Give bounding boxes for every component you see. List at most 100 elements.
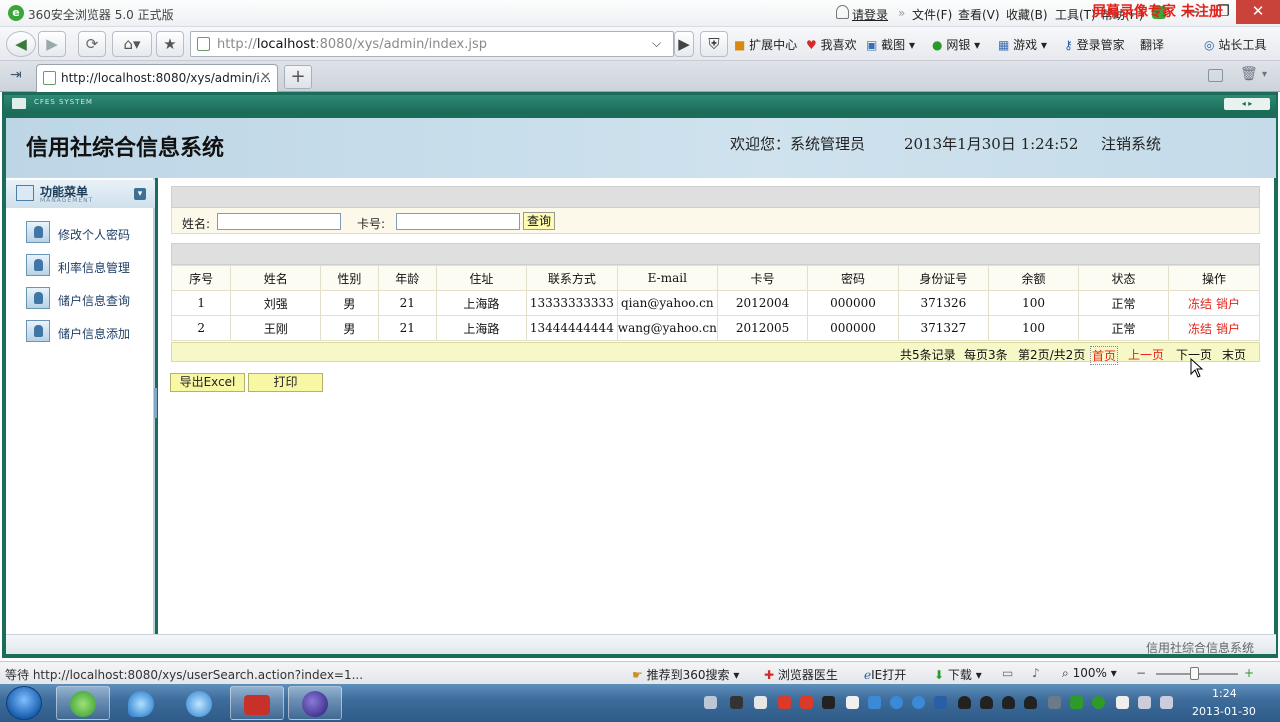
tray-icon-display[interactable] (1048, 696, 1061, 709)
browser-doctor[interactable]: ✚ 浏览器医生 (764, 666, 838, 683)
shield-button[interactable]: ⛨ (700, 31, 728, 57)
tray-icon-red[interactable] (778, 696, 791, 709)
trash-icon[interactable]: 🗑 (1240, 66, 1258, 82)
tray-network-icon[interactable] (1138, 696, 1151, 709)
online-banking[interactable]: ● 网银 ▾ (932, 36, 980, 53)
url-dropdown-icon[interactable]: ⌵ (652, 36, 661, 51)
zoom-slider-handle[interactable] (1190, 667, 1199, 680)
sidebar-toggle-icon[interactable]: ⇥ (10, 67, 22, 83)
sidebar-item-depositor-search[interactable]: 储户信息查询 (26, 287, 151, 311)
tray-icon-tool[interactable] (822, 696, 835, 709)
tab-close-icon[interactable]: ✕ (260, 70, 271, 85)
games[interactable]: ▦ 游戏 ▾ (998, 36, 1047, 53)
tray-icon-360[interactable] (1092, 696, 1105, 709)
extension-center[interactable]: ■ 扩展中心 (734, 36, 797, 53)
logout-link[interactable]: 注销系统 (1101, 133, 1161, 154)
tray-icon-shield[interactable] (1070, 696, 1083, 709)
zoom-in-icon[interactable]: + (1244, 666, 1254, 680)
main-content: 姓名: 卡号: 查询 序号 姓名 性别 年龄 住址 联系方式 E-mail 卡号… (158, 178, 1274, 634)
url-text[interactable]: http://localhost:8080/xys/admin/index.js… (217, 37, 487, 52)
qq-icon (186, 691, 212, 717)
table-header-row: 序号 姓名 性别 年龄 住址 联系方式 E-mail 卡号 密码 身份证号 余额… (170, 265, 1261, 291)
window-icon[interactable]: ▭ (1002, 666, 1013, 680)
screenshot-tool[interactable]: ▣ 截图 ▾ (866, 36, 915, 53)
print-button[interactable]: 打印 (248, 373, 323, 392)
tray-qq-icon[interactable] (1024, 696, 1037, 709)
close-account-link[interactable]: 销户 (1216, 297, 1240, 311)
tray-icon-pen[interactable] (800, 696, 813, 709)
prev-page-link[interactable]: 上一页 (1128, 346, 1164, 363)
freeze-link[interactable]: 冻结 (1188, 297, 1212, 311)
sidebar-item-depositor-add[interactable]: 储户信息添加 (26, 320, 151, 344)
menu-view[interactable]: 查看(V) (958, 6, 1000, 23)
site-title: 信用社综合信息系统 (26, 135, 225, 161)
taskbar-eclipse[interactable] (288, 686, 342, 720)
favorite-button[interactable]: ★ (156, 31, 184, 57)
sidebar: 功能菜单 MANAGEMENT ▾ 修改个人密码 利率信息管理 储户信息查询 储… (6, 178, 155, 634)
sidebar-item-interest-rate[interactable]: 利率信息管理 (26, 254, 151, 278)
tray-icon-drop[interactable] (912, 696, 925, 709)
tray-icon-network[interactable] (890, 696, 903, 709)
refresh-button[interactable]: ⟳ (78, 31, 106, 57)
forward-button[interactable]: ▶ (38, 31, 66, 57)
new-tab-button[interactable]: + (284, 65, 312, 89)
my-likes[interactable]: ♥ 我喜欢 (806, 36, 857, 53)
col-header: 密码 (807, 265, 899, 291)
menu-file[interactable]: 文件(F) (912, 6, 952, 23)
taskbar-toolbox[interactable] (230, 686, 284, 720)
menu-favorites[interactable]: 收藏(B) (1006, 6, 1048, 23)
collapse-icon[interactable]: ▾ (134, 188, 146, 200)
card-input[interactable] (396, 213, 520, 230)
search-button[interactable]: 查询 (523, 212, 555, 230)
close-window-button[interactable]: ✕ (1236, 0, 1280, 24)
card-label: 卡号: (357, 217, 386, 231)
tab-active[interactable]: http://localhost:8080/xys/admin/i... ✕ (36, 64, 278, 92)
zoom-level[interactable]: ⌕ 100% ▾ (1062, 666, 1117, 681)
tray-icon-keyboard[interactable] (704, 696, 717, 709)
url-bar[interactable]: http://localhost:8080/xys/admin/index.js… (190, 31, 674, 57)
tray-icon-app[interactable] (934, 696, 947, 709)
start-button[interactable] (6, 686, 42, 720)
first-page-link[interactable]: 首页 (1090, 346, 1119, 365)
clock-time[interactable]: 1:24 (1212, 687, 1237, 700)
name-input[interactable] (217, 213, 341, 230)
restore-tabs-icon[interactable] (1208, 69, 1223, 82)
last-page-link[interactable]: 末页 (1222, 346, 1246, 363)
login-manager[interactable]: ⚷ 登录管家 (1064, 36, 1125, 53)
back-button[interactable]: ◀ (6, 31, 36, 57)
go-button[interactable]: ▶ (674, 31, 694, 57)
translate[interactable]: 翻译 (1140, 36, 1164, 53)
cell-balance: 100 (988, 315, 1080, 341)
tray-qq-icon[interactable] (958, 696, 971, 709)
tray-volume-icon[interactable] (1160, 696, 1173, 709)
tray-icon-360-safe[interactable] (754, 696, 767, 709)
export-excel-button[interactable]: 导出Excel (170, 373, 245, 392)
tray-icon-blue[interactable] (868, 696, 881, 709)
tray-qq-icon[interactable] (980, 696, 993, 709)
taskbar-qq[interactable] (172, 686, 226, 720)
speaker-icon[interactable]: ♪ (1032, 666, 1040, 680)
recommend-360-search[interactable]: ☛ 推荐到360搜索 ▾ (632, 666, 739, 683)
taskbar-360-browser[interactable] (56, 686, 110, 720)
sidebar-resize-handle[interactable] (154, 388, 157, 418)
zoom-out-icon[interactable]: − (1136, 666, 1146, 680)
freeze-link[interactable]: 冻结 (1188, 322, 1212, 336)
tray-icon-note[interactable] (846, 696, 859, 709)
tray-qq-icon[interactable] (1002, 696, 1015, 709)
close-account-link[interactable]: 销户 (1216, 322, 1240, 336)
tray-icon-recorder[interactable] (730, 696, 743, 709)
taskbar-ie[interactable] (114, 686, 168, 720)
frame-nav-arrows[interactable]: ◂ ▸ (1224, 98, 1270, 110)
webmaster-tools[interactable]: ◎ 站长工具 (1204, 36, 1266, 53)
sidebar-item-change-password[interactable]: 修改个人密码 (26, 221, 151, 245)
login-link[interactable]: 请登录 (852, 6, 888, 23)
downloads[interactable]: ⬇ 下载 ▾ (934, 666, 982, 683)
cell-address: 上海路 (435, 315, 527, 341)
chevron-down-icon[interactable]: ▾ (1262, 69, 1267, 80)
tray-flag-icon[interactable] (1116, 696, 1129, 709)
home-button[interactable]: ⌂▾ (112, 31, 152, 57)
open-in-ie[interactable]: ℯIE打开 (864, 666, 906, 683)
clock-date[interactable]: 2013-01-30 (1192, 705, 1256, 718)
depositor-table: 序号 姓名 性别 年龄 住址 联系方式 E-mail 卡号 密码 身份证号 余额… (170, 265, 1261, 341)
menu-tools[interactable]: 工具(T) (1055, 6, 1096, 23)
